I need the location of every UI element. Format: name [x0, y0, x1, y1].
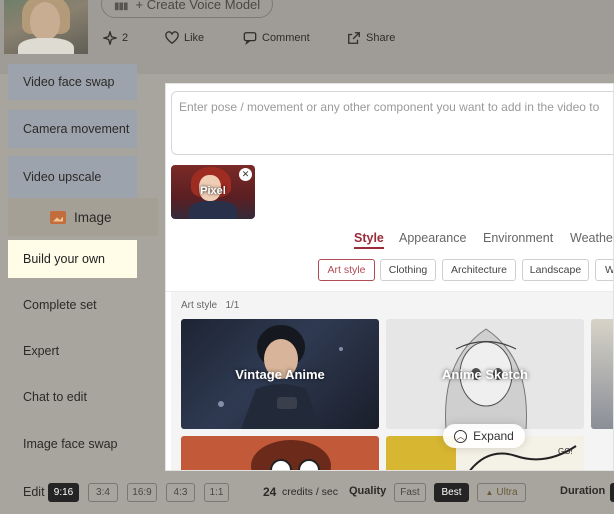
edit-item[interactable]: Edit [23, 485, 45, 499]
duration-selector[interactable] [610, 483, 614, 502]
credits-value: 24 [263, 485, 277, 499]
style-card-cartoon[interactable] [181, 436, 379, 470]
tab-weather[interactable]: Weathe [570, 231, 613, 245]
comment-button[interactable]: Comment [243, 31, 310, 45]
waveform-icon: ▮▮▮ [114, 1, 128, 12]
subtab-architecture[interactable]: Architecture [442, 259, 516, 281]
quality-ultra-label: Ultra [496, 487, 518, 498]
share-button[interactable]: Share [347, 31, 395, 45]
ratio-3-4-button[interactable]: 3:4 [88, 483, 118, 502]
sidebar-item-label: Chat to edit [23, 390, 87, 404]
selected-style-label: Pixel [200, 185, 226, 197]
share-label: Share [366, 32, 396, 44]
create-voice-model-label: + Create Voice Model [135, 0, 261, 12]
gallery-title: Art style [181, 300, 218, 311]
sidebar-item-label: Build your own [23, 252, 105, 266]
sidebar-item-label: Video upscale [23, 170, 102, 184]
ratio-16-9-button[interactable]: 16:9 [127, 483, 157, 502]
sidebar-item-label: Expert [23, 344, 60, 358]
quality-fast-button[interactable]: Fast [394, 483, 426, 502]
comment-icon [243, 32, 257, 45]
tab-environment[interactable]: Environment [483, 231, 553, 245]
expand-label: Expand [473, 429, 514, 443]
ratio-1-1-button[interactable]: 1:1 [204, 483, 229, 502]
style-card-label: Vintage Anime [235, 367, 325, 382]
category-tabs: Style Appearance Environment Weathe [166, 231, 613, 251]
tab-appearance[interactable]: Appearance [399, 231, 466, 245]
credits-unit: credits / sec [282, 486, 339, 498]
expand-button[interactable]: ︿ Expand [443, 424, 525, 448]
sidebar-item-image-face-swap[interactable]: Image face swap [8, 425, 137, 463]
sidebar-item-label: Video face swap [23, 75, 115, 89]
quality-ultra-button[interactable]: ▲ Ultra [477, 483, 526, 502]
close-icon[interactable]: ✕ [239, 168, 252, 181]
tab-style[interactable]: Style [354, 231, 384, 249]
svg-text:GO!: GO! [558, 447, 573, 456]
avatar[interactable] [4, 0, 88, 54]
sidebar-item-video-face-swap[interactable]: Video face swap [8, 64, 137, 100]
sidebar-item-video-upscale[interactable]: Video upscale [8, 156, 137, 198]
sidebar-item-label: Complete set [23, 298, 97, 312]
generation-settings-bar: Edit 9:16 3:4 16:9 4:3 1:1 24 credits / … [0, 476, 614, 514]
create-voice-model-button[interactable]: ▮▮▮ + Create Voice Model [101, 0, 273, 18]
subtab-landscape[interactable]: Landscape [522, 259, 589, 281]
style-subtabs: Art style Clothing Architecture Landscap… [166, 259, 613, 283]
style-gallery: Art style 1/1 Vintage Anime Anime Sketch… [171, 292, 613, 470]
crown-icon: ▲ [485, 488, 494, 497]
subtab-clothing[interactable]: Clothing [380, 259, 436, 281]
gallery-header: Art style 1/1 [181, 300, 239, 311]
style-card-partial[interactable] [591, 319, 613, 429]
share-icon [348, 32, 360, 44]
sparkle-icon [103, 31, 117, 45]
sidebar-section-label: Image [74, 209, 112, 225]
stars-stat[interactable]: 2 [103, 31, 128, 45]
style-card-label: Anime Sketch [442, 367, 528, 382]
ratio-9-16-button[interactable]: 9:16 [48, 483, 79, 502]
sidebar-item-label: Camera movement [23, 122, 130, 136]
sidebar-item-expert[interactable]: Expert [8, 332, 137, 370]
chevron-up-icon: ︿ [454, 429, 468, 443]
selected-style-chip[interactable]: Pixel ✕ [171, 165, 255, 219]
sidebar-item-complete-set[interactable]: Complete set [8, 286, 137, 324]
like-button[interactable]: Like [165, 31, 204, 45]
sidebar-item-build-your-own[interactable]: Build your own [8, 240, 137, 278]
sidebar-section-image[interactable]: Image [8, 198, 158, 236]
sidebar: Video face swap Camera movement Video up… [0, 64, 160, 514]
quality-best-button[interactable]: Best [434, 483, 469, 502]
heart-icon [165, 31, 179, 45]
sidebar-item-chat-to-edit[interactable]: Chat to edit [8, 378, 137, 416]
comment-label: Comment [262, 32, 310, 44]
duration-label: Duration [560, 485, 606, 497]
subtab-more[interactable]: W [595, 259, 613, 281]
like-label: Like [184, 32, 205, 44]
add-component-panel: Enter pose / movement or any other compo… [165, 83, 614, 471]
quality-label: Quality [349, 485, 387, 497]
cartoon-thumbnail [251, 440, 331, 470]
style-card-anime-sketch[interactable]: Anime Sketch [386, 319, 584, 429]
sidebar-item-camera-movement[interactable]: Camera movement [8, 110, 137, 148]
stars-count: 2 [122, 32, 129, 44]
prompt-input[interactable]: Enter pose / movement or any other compo… [171, 91, 613, 155]
style-card-vintage-anime[interactable]: Vintage Anime [181, 319, 379, 429]
sidebar-item-label: Image face swap [23, 437, 118, 451]
subtab-art-style[interactable]: Art style [318, 259, 375, 281]
prompt-placeholder: Enter pose / movement or any other compo… [179, 100, 600, 114]
ratio-4-3-button[interactable]: 4:3 [166, 483, 195, 502]
image-icon [50, 210, 66, 224]
gallery-count: 1/1 [225, 300, 240, 311]
